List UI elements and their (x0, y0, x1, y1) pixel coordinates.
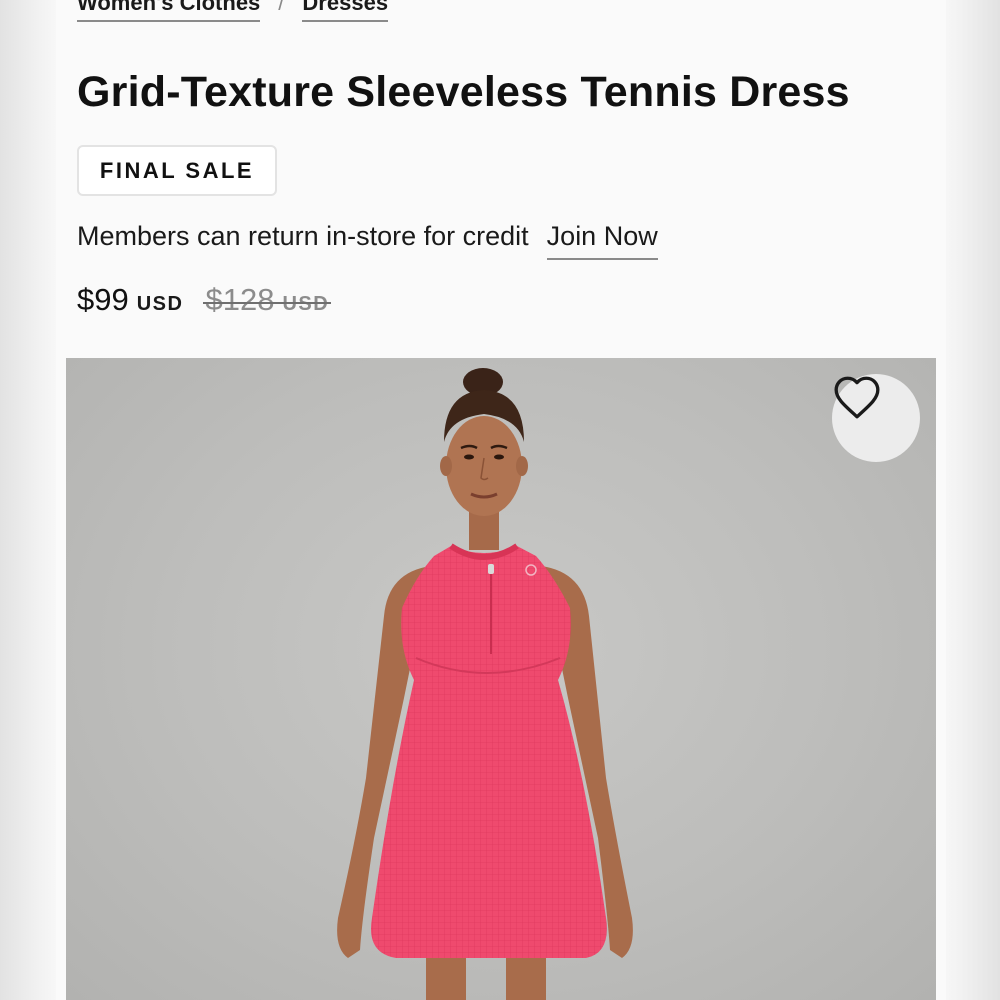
breadcrumb-link-dresses[interactable]: Dresses (302, 0, 389, 22)
current-price: $99 (77, 282, 129, 317)
breadcrumb: Women's Clothes / Dresses (77, 0, 389, 22)
membership-note-text: Members can return in-store for credit (77, 221, 529, 251)
original-price: $128 USD (203, 282, 332, 318)
price-row: $99 USD $128 USD (77, 282, 332, 318)
strikethrough-line (203, 301, 332, 304)
join-now-link[interactable]: Join Now (546, 218, 658, 260)
original-price-amount: $128 (205, 282, 275, 317)
current-price-currency: USD (136, 293, 184, 315)
breadcrumb-separator: / (278, 0, 285, 15)
original-price-currency: USD (282, 293, 330, 315)
product-title: Grid-Texture Sleeveless Tennis Dress (77, 68, 850, 116)
wishlist-button[interactable] (832, 374, 920, 462)
breadcrumb-link-womens-clothes[interactable]: Women's Clothes (77, 0, 261, 22)
model-illustration (337, 368, 633, 1000)
heart-icon (834, 376, 880, 419)
final-sale-badge: FINAL SALE (77, 145, 277, 196)
product-page: Women's Clothes / Dresses Grid-Texture S… (56, 0, 946, 1000)
product-image[interactable] (66, 358, 936, 1000)
membership-note: Members can return in-store for credit J… (77, 218, 658, 260)
